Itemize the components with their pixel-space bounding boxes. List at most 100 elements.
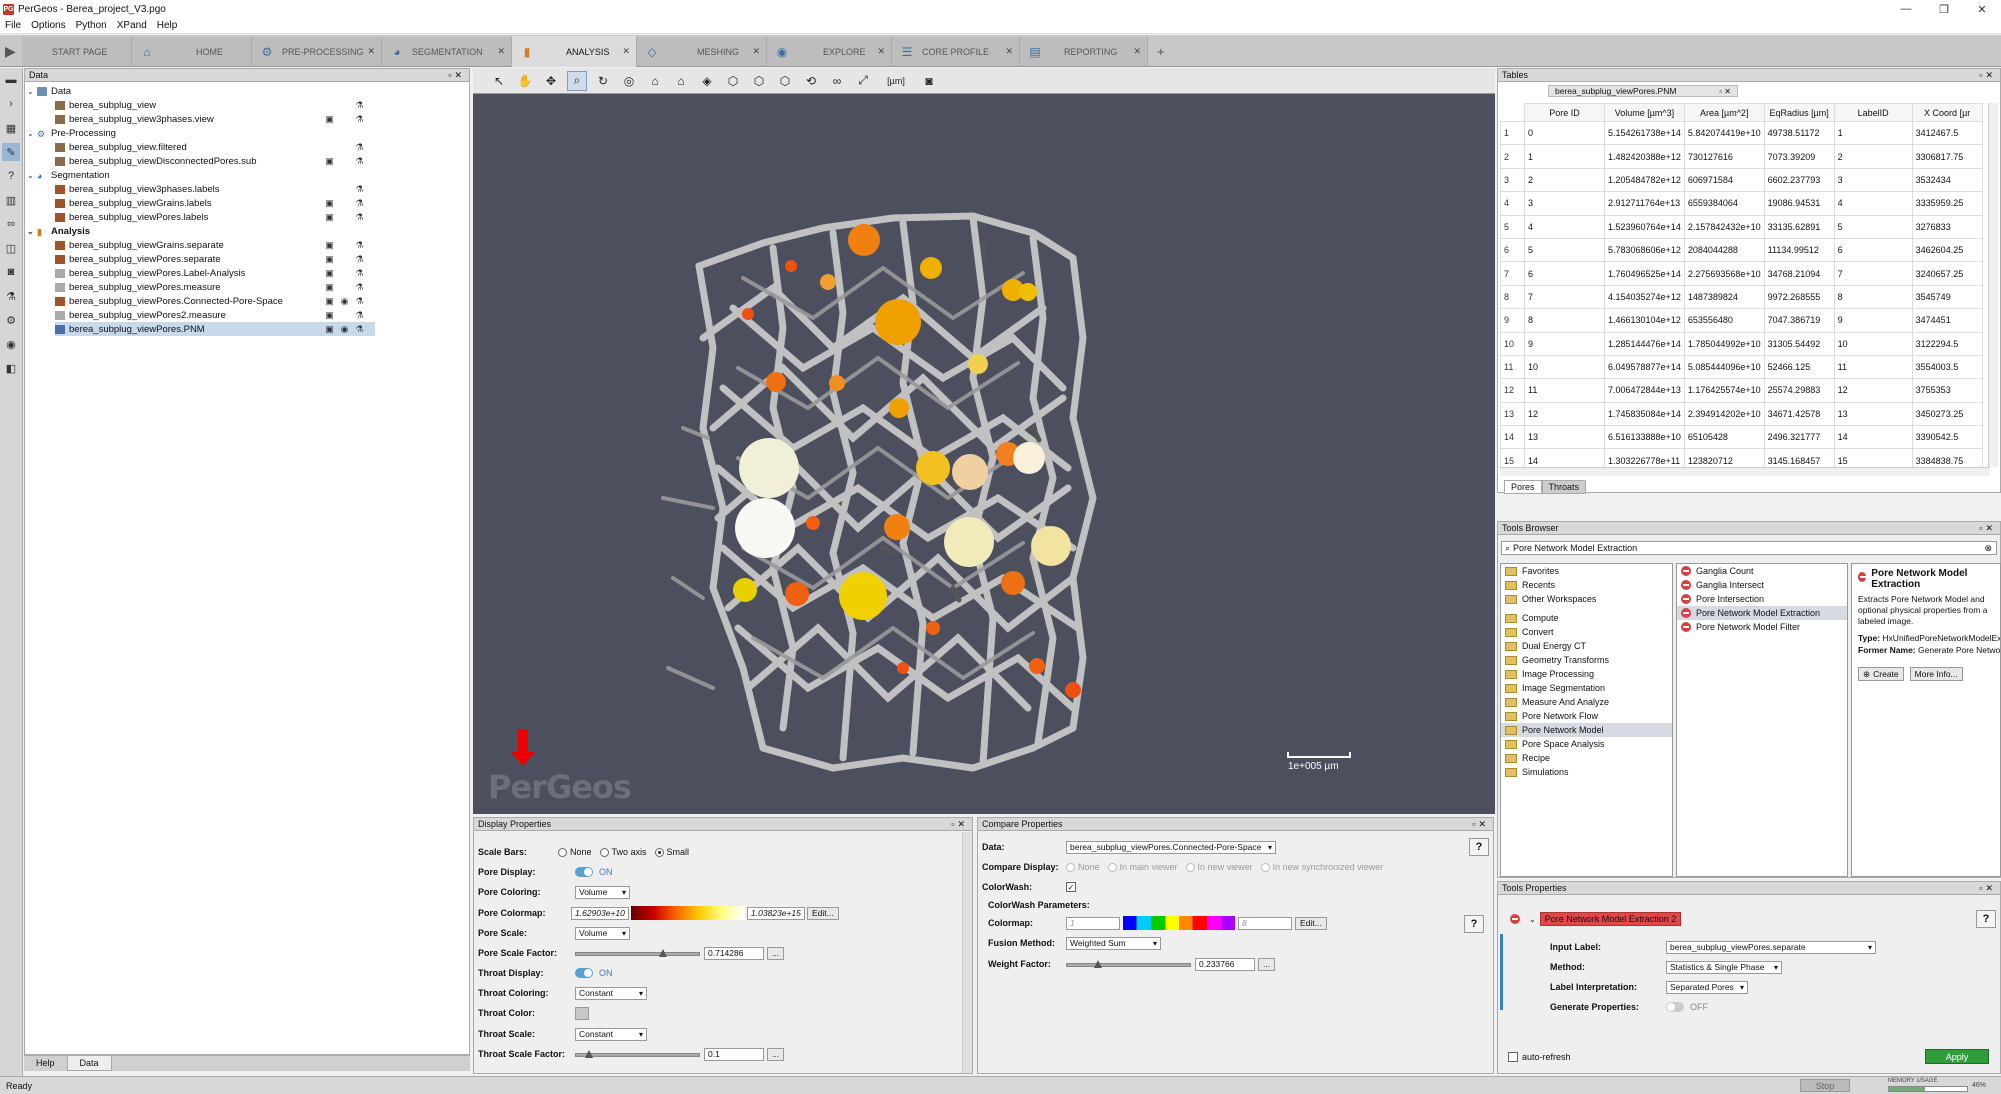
table-cell[interactable]: 3545749	[1911, 284, 1983, 310]
table-cell[interactable]: 2	[1524, 167, 1605, 193]
table-cell[interactable]: 5	[1833, 214, 1913, 239]
pore-scale-more-button[interactable]: ...	[767, 946, 785, 960]
tab-meshing[interactable]: ◇ MESHING ✕	[637, 37, 767, 66]
table-cell[interactable]: 3145.168457	[1763, 448, 1835, 467]
auto-refresh-checkbox[interactable]	[1508, 1052, 1518, 1062]
generate-properties-toggle[interactable]	[1666, 1002, 1684, 1012]
table-cell[interactable]: 14	[1833, 425, 1913, 450]
flask-icon[interactable]: ⚗	[355, 100, 364, 111]
tools-icon[interactable]: ✎	[2, 143, 20, 161]
table-cell[interactable]: 2084044288	[1683, 237, 1765, 263]
table-cell[interactable]: 19086.94531	[1763, 191, 1835, 216]
throat-scale-more-button[interactable]: ...	[767, 1047, 785, 1061]
console-icon[interactable]: ›	[2, 95, 20, 113]
tab-close-icon[interactable]: ✕	[622, 46, 630, 57]
row-header[interactable]: 4	[1500, 191, 1525, 216]
menu-xpand[interactable]: XPand	[112, 20, 152, 31]
table-cell[interactable]: 2.394914202e+10	[1683, 401, 1765, 427]
table-cell[interactable]: 5.154261738e+14	[1604, 120, 1685, 146]
tool-item[interactable]: Pore Intersection	[1677, 592, 1847, 606]
table-row[interactable]: 15 14 1.303226778e+11 123820712 3145.168457 1…	[1500, 448, 1983, 467]
unit-selector[interactable]: [µm]	[879, 71, 913, 91]
maximize-button[interactable]: ❐	[1925, 0, 1963, 18]
tool-category-item[interactable]: Favorites	[1501, 564, 1672, 578]
panel-controls-icon[interactable]: ▫✕	[1472, 819, 1489, 830]
row-header[interactable]: 7	[1500, 261, 1525, 286]
table-cell[interactable]: 6	[1833, 237, 1913, 263]
tool-category-item[interactable]: Recents	[1501, 578, 1672, 592]
table-cell[interactable]: 2496.321777	[1763, 425, 1835, 450]
method-select[interactable]: Statistics & Single Phase	[1666, 960, 1782, 974]
settings-icon[interactable]: ⚙	[2, 311, 20, 329]
rotate-icon[interactable]: ↻	[593, 71, 613, 91]
tool-category-item[interactable]: Geometry Transforms	[1501, 653, 1672, 667]
pointer-icon[interactable]: ↖	[489, 71, 509, 91]
menu-file[interactable]: File	[0, 20, 26, 31]
flask-icon[interactable]: ⚗	[355, 198, 364, 209]
row-header[interactable]: 8	[1500, 284, 1525, 310]
wash-colormap-bar[interactable]	[1123, 916, 1235, 930]
table-cell[interactable]: 3	[1833, 167, 1913, 193]
table-cell[interactable]: 13	[1833, 401, 1913, 427]
save-icon[interactable]: ▣	[325, 310, 334, 321]
eye-icon[interactable]: ◉	[2, 335, 20, 353]
tab-data[interactable]: Data	[66, 1056, 112, 1071]
table-cell[interactable]: 14	[1524, 448, 1605, 467]
table-cell[interactable]: 2.157842432e+10	[1683, 214, 1765, 239]
tool-category-item[interactable]: Convert	[1501, 625, 1672, 639]
menu-python[interactable]: Python	[71, 20, 112, 31]
tab-close-icon[interactable]: ✕	[877, 46, 885, 57]
save-icon[interactable]: ▣	[325, 156, 334, 167]
view-all-icon[interactable]: ◈	[697, 71, 717, 91]
module-name-badge[interactable]: Pore Network Model Extraction 2	[1539, 912, 1682, 926]
seek-icon[interactable]: ◎	[619, 71, 639, 91]
pore-colormap-min[interactable]: 1.62903e+10	[571, 906, 629, 920]
table-cell[interactable]: 3384838.75	[1911, 448, 1983, 467]
table-cell[interactable]: 3554003.5	[1911, 354, 1983, 380]
flask-icon[interactable]: ⚗	[355, 156, 364, 167]
compare-data-select[interactable]: berea_subplug_viewPores.Connected-Pore-S…	[1066, 840, 1276, 854]
link-icon[interactable]: ∞	[2, 215, 20, 233]
table-cell[interactable]: 10	[1833, 331, 1913, 356]
panel-controls-icon[interactable]: ▫✕	[448, 70, 465, 81]
row-header[interactable]: 14	[1500, 425, 1525, 450]
tree-group-preprocessing[interactable]: ⌄ ⚙ Pre-Processing	[27, 126, 116, 140]
table-cell[interactable]: 9972.268555	[1763, 284, 1835, 310]
flask-icon[interactable]: ⚗	[2, 287, 20, 305]
tree-group-segmentation[interactable]: ⌄ ◕ Segmentation	[27, 168, 110, 182]
flask-icon[interactable]: ⚗	[355, 282, 364, 293]
table-cell[interactable]: 5.085444096e+10	[1683, 354, 1765, 380]
table-cell[interactable]: 6559384064	[1683, 191, 1765, 216]
table-cell[interactable]: 3412467.5	[1911, 120, 1983, 146]
tool-category-item[interactable]: Recipe	[1501, 751, 1672, 765]
tool-category-item[interactable]: Pore Network Model	[1501, 723, 1672, 737]
home-view-icon[interactable]: ⌂	[645, 71, 665, 91]
rotate-view-icon[interactable]: ⟲	[801, 71, 821, 91]
row-header[interactable]: 2	[1500, 144, 1525, 169]
tool-category-item[interactable]: Pore Network Flow	[1501, 709, 1672, 723]
table-row[interactable]: 6 5 5.783068606e+12 2084044288 11134.99512 6 3…	[1500, 237, 1983, 263]
table-row[interactable]: 5 4 1.523960764e+14 2.157842432e+10 33135.62…	[1500, 214, 1983, 239]
tree-item[interactable]: berea_subplug_view	[55, 98, 156, 112]
table-row[interactable]: 11 10 6.049578877e+14 5.085444096e+10 52466.…	[1500, 354, 1983, 380]
table-cell[interactable]: 4	[1833, 191, 1913, 216]
tab-pre-processing[interactable]: ⚙ PRE-PROCESSING ✕	[252, 37, 382, 66]
flask-icon[interactable]: ⚗	[355, 114, 364, 125]
row-header[interactable]: 15	[1500, 448, 1525, 467]
stop-button[interactable]: Stop	[1800, 1079, 1850, 1092]
weight-factor-slider[interactable]	[1066, 959, 1191, 969]
close-button[interactable]: ✕	[1963, 0, 2001, 18]
wash-colormap-max[interactable]: 8	[1238, 916, 1292, 930]
column-header[interactable]: Pore ID	[1524, 103, 1605, 122]
split-view-icon[interactable]: ◧	[2, 359, 20, 377]
tree-item[interactable]: berea_subplug_viewPores.Label-Analysis	[55, 266, 245, 280]
table-cell[interactable]: 65105428	[1683, 425, 1765, 450]
table-cell[interactable]: 4.154035274e+12	[1604, 284, 1685, 310]
tab-core-profile[interactable]: ☰ CORE PROFILE ✕	[892, 37, 1020, 66]
save-icon[interactable]: ▣	[325, 324, 334, 335]
tool-category-item[interactable]: Pore Space Analysis	[1501, 737, 1672, 751]
tab-reporting[interactable]: ▤ REPORTING ✕	[1020, 37, 1148, 66]
table-cell[interactable]: 6.516133888e+10	[1604, 425, 1685, 450]
chart-icon[interactable]: ▥	[2, 191, 20, 209]
zoom-icon[interactable]: ⌕	[567, 70, 587, 91]
